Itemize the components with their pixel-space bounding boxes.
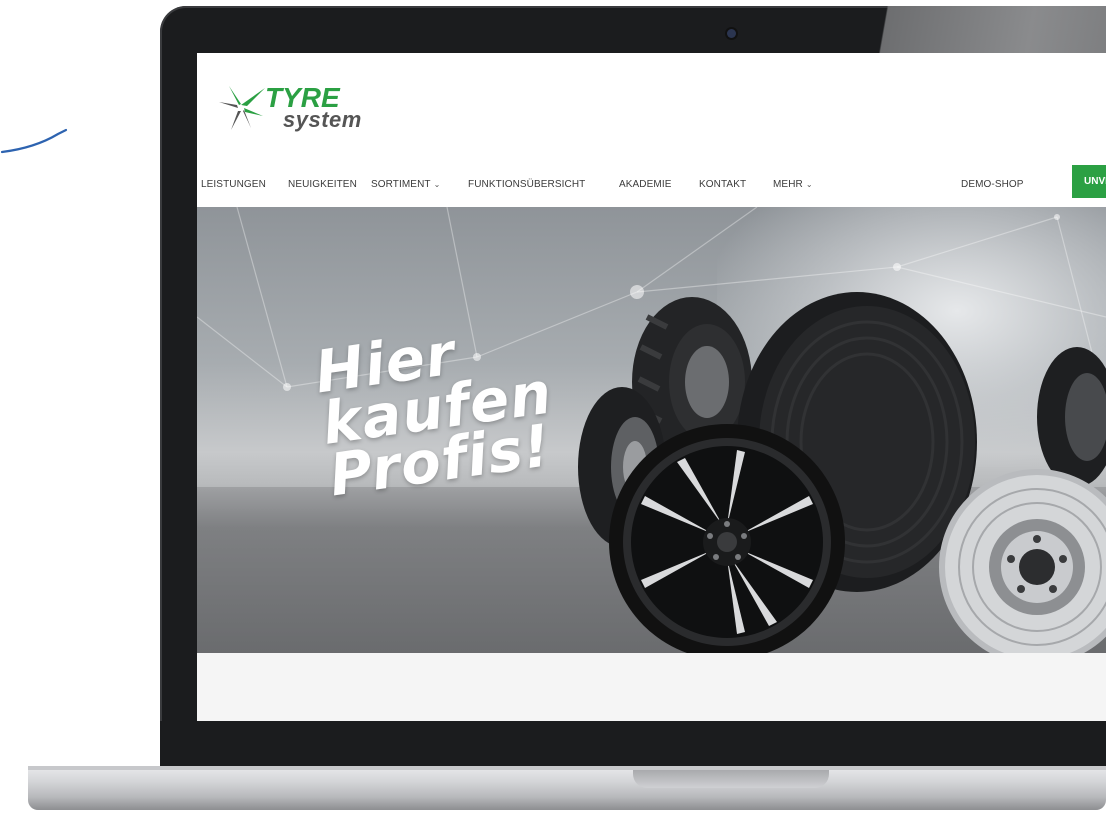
laptop-lid-reflection (850, 6, 1106, 54)
chevron-down-icon: ⌄ (805, 180, 813, 189)
hero-headline: Hier kaufen Profis! (311, 315, 562, 510)
laptop-base-edge (28, 766, 1106, 770)
demo-shop-link[interactable]: DEMO-SHOP (961, 179, 1024, 190)
camera-icon (727, 29, 736, 38)
nav-item-neuigkeiten[interactable]: NEUIGKEITEN (288, 179, 357, 190)
content-area (197, 653, 1106, 721)
chevron-down-icon: ⌄ (433, 180, 441, 189)
nav-item-mehr-label: MEHR (773, 179, 803, 190)
car-tyre-right (1037, 347, 1106, 487)
laptop-base-notch (633, 770, 829, 788)
nav-item-akademie[interactable]: AKADEMIE (619, 179, 671, 190)
nav-item-sortiment[interactable]: SORTIMENT ⌄ (371, 179, 440, 190)
site-logo[interactable]: TYRE system (215, 78, 385, 136)
laptop-bezel-bottom (160, 721, 1106, 766)
logo-text-system: system (283, 107, 362, 132)
pinwheel-tyre-logo-icon (219, 86, 265, 130)
laptop-screen: TYRE system LEISTUNGEN NEUIGKEITEN SORTI… (197, 53, 1106, 721)
hero-product-image (578, 292, 1106, 653)
alloy-rim (609, 424, 845, 653)
nav-item-leistungen[interactable]: LEISTUNGEN (201, 179, 266, 190)
decorative-squiggle (0, 128, 68, 154)
nav-item-sortiment-label: SORTIMENT (371, 179, 431, 190)
nav-item-kontakt[interactable]: KONTAKT (699, 179, 746, 190)
main-navigation: LEISTUNGEN NEUIGKEITEN SORTIMENT ⌄ FUNKTI… (197, 165, 1106, 205)
nav-item-funktionsuebersicht[interactable]: FUNKTIONSÜBERSICHT (468, 179, 585, 190)
cta-button[interactable]: UNVERB (1072, 165, 1106, 198)
hero-banner: Hier kaufen Profis! (197, 207, 1106, 653)
nav-item-mehr[interactable]: MEHR ⌄ (773, 179, 813, 190)
laptop-base (28, 766, 1106, 810)
